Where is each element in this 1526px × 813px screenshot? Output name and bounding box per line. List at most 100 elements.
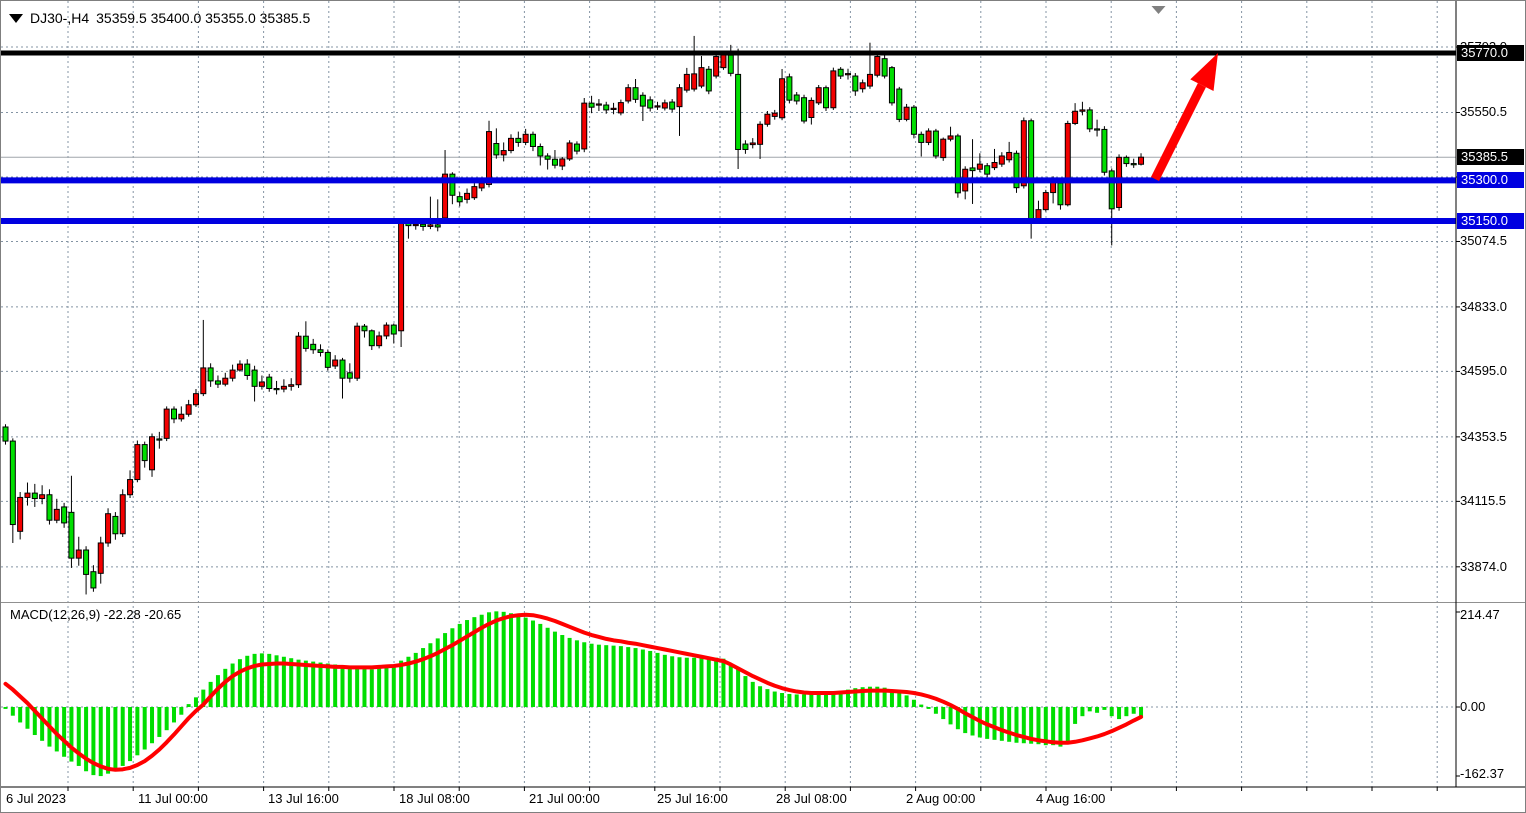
candle[interactable] — [787, 74, 792, 104]
candle[interactable] — [743, 140, 748, 154]
trend-arrow[interactable] — [1155, 53, 1218, 179]
candle[interactable] — [640, 92, 645, 121]
candle[interactable] — [750, 138, 755, 148]
candle[interactable] — [816, 85, 821, 105]
candle[interactable] — [1139, 153, 1144, 165]
candle[interactable] — [560, 157, 565, 170]
candle[interactable] — [1131, 159, 1136, 168]
candle[interactable] — [911, 105, 916, 138]
candle[interactable] — [648, 96, 653, 111]
candle[interactable] — [501, 142, 506, 161]
candle[interactable] — [472, 183, 477, 200]
candle[interactable] — [904, 104, 909, 121]
candle[interactable] — [443, 150, 448, 222]
candle[interactable] — [567, 140, 572, 161]
candle[interactable] — [150, 433, 155, 476]
candle[interactable] — [875, 53, 880, 77]
candle[interactable] — [54, 499, 59, 523]
candle[interactable] — [355, 323, 360, 381]
candle[interactable] — [1124, 155, 1129, 166]
candle[interactable] — [882, 52, 887, 79]
candle[interactable] — [574, 141, 579, 154]
candle[interactable] — [985, 163, 990, 177]
candle[interactable] — [706, 66, 711, 94]
candle[interactable] — [1087, 107, 1092, 132]
candle[interactable] — [538, 144, 543, 166]
candle[interactable] — [450, 172, 455, 204]
candle[interactable] — [853, 73, 858, 96]
candle[interactable] — [545, 153, 550, 169]
candle[interactable] — [465, 189, 470, 204]
candle[interactable] — [69, 476, 74, 568]
candle[interactable] — [596, 99, 601, 111]
candle[interactable] — [772, 110, 777, 120]
candle[interactable] — [677, 84, 682, 136]
candle[interactable] — [252, 366, 257, 402]
candle[interactable] — [838, 67, 843, 79]
candle[interactable] — [208, 363, 213, 387]
candle[interactable] — [428, 197, 433, 230]
candle[interactable] — [926, 128, 931, 145]
candle[interactable] — [999, 152, 1004, 167]
candle[interactable] — [831, 68, 836, 110]
candle[interactable] — [318, 344, 323, 356]
candle[interactable] — [941, 138, 946, 161]
candle[interactable] — [347, 363, 352, 382]
candle[interactable] — [135, 441, 140, 483]
candle[interactable] — [626, 84, 631, 103]
candle[interactable] — [106, 508, 111, 546]
candle[interactable] — [794, 92, 799, 104]
candle[interactable] — [296, 332, 301, 388]
candle[interactable] — [362, 324, 367, 338]
candle[interactable] — [435, 199, 440, 231]
candle[interactable] — [171, 406, 176, 423]
candle[interactable] — [457, 192, 462, 206]
candle[interactable] — [201, 320, 206, 396]
candle[interactable] — [98, 537, 103, 584]
candle[interactable] — [809, 97, 814, 124]
candle[interactable] — [728, 45, 733, 76]
candle[interactable] — [662, 100, 667, 111]
candle[interactable] — [3, 424, 8, 444]
price-chart-canvas[interactable] — [1, 1, 1526, 813]
candle[interactable] — [589, 96, 594, 113]
candle[interactable] — [128, 470, 133, 498]
candle[interactable] — [516, 132, 521, 147]
candle[interactable] — [948, 127, 953, 142]
candle[interactable] — [179, 406, 184, 421]
candle[interactable] — [245, 359, 250, 380]
candle[interactable] — [47, 489, 52, 524]
candle[interactable] — [824, 86, 829, 111]
candle[interactable] — [274, 381, 279, 395]
candle[interactable] — [377, 332, 382, 349]
candle[interactable] — [325, 349, 330, 370]
candle[interactable] — [867, 43, 872, 89]
candle[interactable] — [955, 134, 960, 198]
candle[interactable] — [267, 374, 272, 392]
candle[interactable] — [215, 375, 220, 387]
candle[interactable] — [391, 323, 396, 343]
candle[interactable] — [289, 378, 294, 390]
candle[interactable] — [384, 322, 389, 339]
candle[interactable] — [919, 132, 924, 157]
candle[interactable] — [281, 379, 286, 392]
candle[interactable] — [977, 153, 982, 172]
candle[interactable] — [494, 128, 499, 158]
candle[interactable] — [25, 483, 30, 506]
candle[interactable] — [10, 438, 15, 543]
candle[interactable] — [164, 406, 169, 441]
candle[interactable] — [684, 68, 689, 93]
candle[interactable] — [530, 132, 535, 152]
candle[interactable] — [1080, 102, 1085, 116]
candle[interactable] — [1095, 120, 1100, 137]
candle[interactable] — [1058, 180, 1063, 210]
candle[interactable] — [1014, 151, 1019, 193]
candle[interactable] — [369, 329, 374, 350]
candle[interactable] — [552, 150, 557, 168]
candle[interactable] — [992, 149, 997, 170]
candle[interactable] — [223, 373, 228, 387]
candle[interactable] — [802, 95, 807, 124]
candle[interactable] — [193, 389, 198, 407]
candle[interactable] — [523, 129, 528, 145]
candle[interactable] — [1007, 142, 1012, 163]
